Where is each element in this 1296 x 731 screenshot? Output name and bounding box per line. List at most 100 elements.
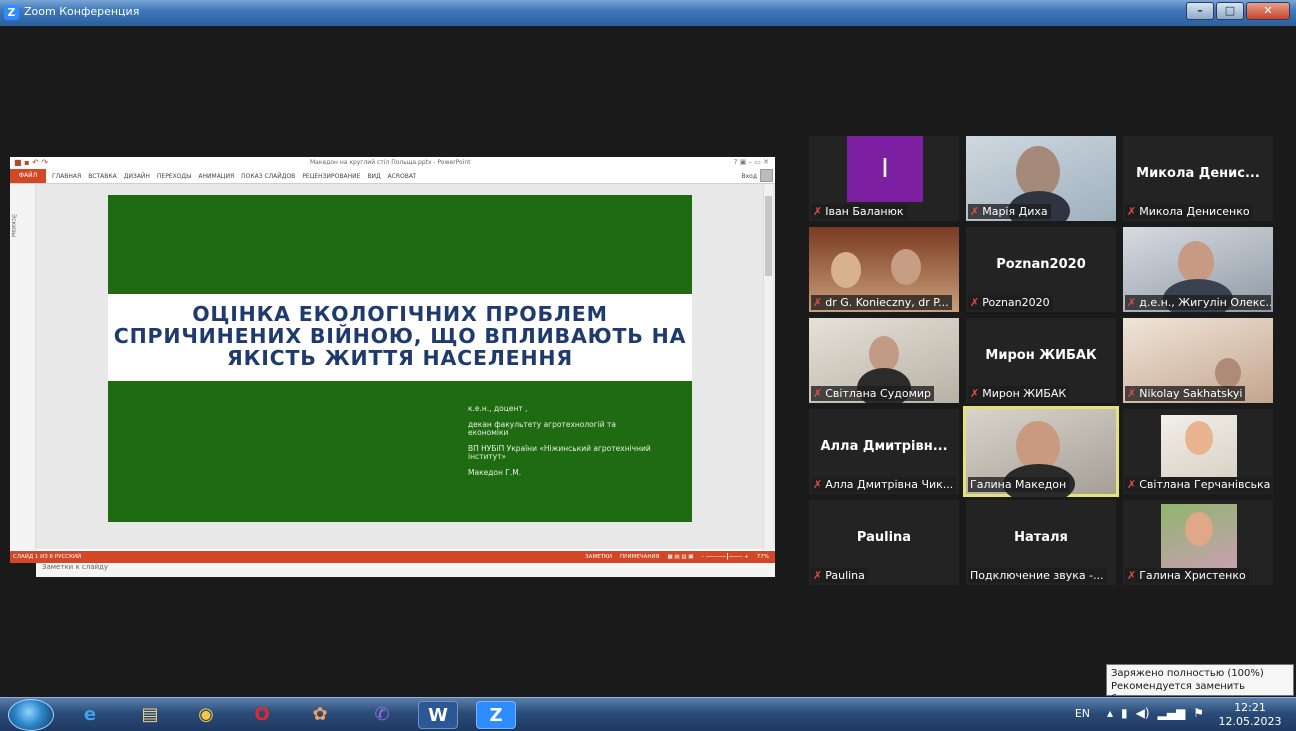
zoom-level[interactable]: 77%	[757, 554, 769, 560]
powerpoint-titlebar: ■ ▪ ↶ ↷ Македон на круглий стіл Польща.p…	[10, 157, 775, 169]
window-controls: – □ ✕	[1186, 2, 1290, 20]
tab-transitions[interactable]: ПЕРЕХОДЫ	[157, 173, 192, 180]
viber-icon[interactable]: ✆	[362, 701, 402, 729]
shared-screen: ■ ▪ ↶ ↷ Македон на круглий стіл Польща.p…	[10, 157, 775, 577]
tab-animation[interactable]: АНИМАЦИЯ	[198, 173, 234, 180]
tab-review[interactable]: РЕЦЕНЗИРОВАНИЕ	[302, 173, 360, 180]
participant-name-text: Nikolay Sakhatskyi	[1139, 387, 1243, 400]
volume-icon[interactable]: ◀)	[1136, 706, 1150, 720]
view-buttons-icon[interactable]: ▦ ▤ ▥ ▣	[667, 554, 693, 560]
signin-link[interactable]: Вход	[742, 173, 758, 180]
muted-mic-icon: ✗	[1127, 387, 1137, 400]
muted-mic-icon: ✗	[813, 205, 823, 218]
slide-info-line: к.е.н., доцент ,	[468, 404, 528, 413]
slide-title: ОЦІНКА ЕКОЛОГІЧНИХ ПРОБЛЕМ СПРИЧИНЕНИХ В…	[113, 302, 687, 370]
participant-name: ✗ Світлана Герчанівська	[1125, 477, 1271, 492]
window-titlebar: Z Zoom Конференция – □ ✕	[0, 0, 1296, 26]
network-icon[interactable]: ▂▄▆	[1158, 706, 1186, 720]
participant-display-name: Микола Денис...	[1136, 166, 1260, 181]
file-tab[interactable]: ФАЙЛ	[10, 169, 46, 183]
powerpoint-ribbon: ФАЙЛ ГЛАВНАЯ ВСТАВКА ДИЗАЙН ПЕРЕХОДЫ АНИ…	[10, 169, 775, 183]
file-explorer-icon[interactable]: ▤	[130, 701, 170, 729]
tab-slideshow[interactable]: ПОКАЗ СЛАЙДОВ	[241, 173, 295, 180]
participant-name-text: Poznan2020	[982, 296, 1050, 309]
start-button[interactable]	[8, 699, 54, 731]
zoom-slider[interactable]: – ──────┃──── +	[701, 554, 748, 560]
muted-mic-icon: ✗	[813, 296, 823, 309]
participant-tile[interactable]: Наталя Подключение звука -...	[966, 500, 1116, 585]
word-icon[interactable]: W	[418, 701, 458, 729]
participant-face	[891, 249, 921, 285]
tab-view[interactable]: ВИД	[367, 173, 380, 180]
action-center-icon[interactable]: ⚑	[1193, 706, 1204, 720]
participant-tile[interactable]: Микола Денис... ✗ Микола Денисенко	[1123, 136, 1273, 221]
avatar: I	[847, 136, 923, 202]
tab-home[interactable]: ГЛАВНАЯ	[52, 173, 81, 180]
comments-toggle[interactable]: ПРИМЕЧАНИЯ	[620, 554, 659, 560]
tab-insert[interactable]: ВСТАВКА	[88, 173, 117, 180]
tab-design[interactable]: ДИЗАЙН	[124, 173, 150, 180]
muted-mic-icon: ✗	[813, 569, 823, 582]
participant-name-text: Paulina	[825, 569, 865, 582]
account-avatar[interactable]	[760, 169, 773, 182]
tray-icons: ▴ ▮ ◀) ▂▄▆ ⚑	[1107, 706, 1204, 720]
show-hidden-icons-icon[interactable]: ▴	[1107, 706, 1113, 720]
slide-scrollbar[interactable]	[763, 184, 773, 550]
participant-name: ✗ Іван Баланюк	[811, 204, 907, 219]
participant-tile[interactable]: Мирон ЖИБАК ✗ Мирон ЖИБАК	[966, 318, 1116, 403]
participant-face	[831, 252, 861, 288]
participant-name: ✗ д.е.н., Жигулін Олекс...	[1125, 295, 1271, 310]
participant-tile[interactable]: Алла Дмитрівн... ✗ Алла Дмитрівна Чик...	[809, 409, 959, 494]
participant-tile[interactable]: ✗ Галина Христенко	[1123, 500, 1273, 585]
participant-name-text: Іван Баланюк	[825, 205, 904, 218]
participant-tile[interactable]: ✗ Світлана Герчанівська	[1123, 409, 1273, 494]
language-indicator[interactable]: EN	[1075, 707, 1090, 720]
zoom-icon[interactable]: Z	[476, 701, 516, 729]
participant-tile-active-speaker[interactable]: Галина Македон	[963, 406, 1119, 497]
participant-tile[interactable]: I ✗ Іван Баланюк	[809, 136, 959, 221]
participant-name: ✗ Алла Дмитрівна Чик...	[811, 477, 957, 492]
participant-name: ✗ Paulina	[811, 568, 868, 583]
participant-display-name: Мирон ЖИБАК	[985, 348, 1097, 363]
battery-icon[interactable]: ▮	[1121, 706, 1128, 720]
clock-date: 12.05.2023	[1218, 715, 1282, 728]
participant-display-name: Paulina	[856, 530, 912, 545]
powerpoint-logo-icon: ■ ▪ ↶ ↷	[14, 158, 49, 167]
participant-name-text: Микола Денисенко	[1139, 205, 1250, 218]
powerpoint-statusbar: СЛАЙД 1 ИЗ 6 РУССКИЙ ЗАМЕТКИ ПРИМЕЧАНИЯ …	[10, 551, 775, 563]
chrome-icon[interactable]: ◉	[186, 701, 226, 729]
participant-name-text: Марія Диха	[982, 205, 1048, 218]
slide-workarea: Эскизы ОЦІНКА ЕКОЛОГІЧНИХ ПРОБЛЕМ СПРИЧИ…	[10, 183, 775, 577]
maximize-button[interactable]: □	[1216, 2, 1244, 20]
slide-info-line: Македон Г.М.	[468, 467, 522, 477]
muted-mic-icon: ✗	[1127, 296, 1137, 309]
participant-name-text: Мирон ЖИБАК	[982, 387, 1067, 400]
participant-name: Подключение звука -...	[968, 568, 1107, 583]
participant-tile[interactable]: Paulina ✗ Paulina	[809, 500, 959, 585]
muted-mic-icon: ✗	[813, 387, 823, 400]
scrollbar-thumb[interactable]	[765, 196, 772, 276]
clock[interactable]: 12:21 12.05.2023	[1212, 701, 1288, 729]
tool-icon[interactable]: ✿	[300, 701, 340, 729]
participant-tile[interactable]: ✗ Марія Диха	[966, 136, 1116, 221]
muted-mic-icon: ✗	[813, 478, 823, 491]
tab-acrobat[interactable]: ACROBAT	[388, 173, 417, 180]
participant-tile[interactable]: ✗ Світлана Судомир	[809, 318, 959, 403]
notes-toggle[interactable]: ЗАМЕТКИ	[585, 554, 612, 560]
close-button[interactable]: ✕	[1246, 2, 1290, 20]
participant-face	[1178, 241, 1214, 283]
internet-explorer-icon[interactable]: e	[70, 701, 110, 729]
participant-tile[interactable]: ✗ Nikolay Sakhatskyi	[1123, 318, 1273, 403]
zoom-logo-icon: Z	[4, 5, 19, 20]
participant-tile[interactable]: ✗ dr G. Konieczny, dr P...	[809, 227, 959, 312]
participant-display-name: Алла Дмитрівн...	[820, 439, 948, 454]
participant-name: ✗ dr G. Konieczny, dr P...	[811, 295, 952, 310]
participant-tile[interactable]: ✗ д.е.н., Жигулін Олекс...	[1123, 227, 1273, 312]
status-right: ЗАМЕТКИ ПРИМЕЧАНИЯ ▦ ▤ ▥ ▣ – ──────┃────…	[585, 554, 769, 560]
participant-tile[interactable]: Poznan2020 ✗ Poznan2020	[966, 227, 1116, 312]
thumbnails-pane[interactable]: Эскизы	[10, 184, 36, 550]
status-slide-info: СЛАЙД 1 ИЗ 6 РУССКИЙ	[13, 554, 82, 560]
participant-name-text: Світлана Судомир	[825, 387, 932, 400]
opera-icon[interactable]: O	[242, 701, 282, 729]
minimize-button[interactable]: –	[1186, 2, 1214, 20]
